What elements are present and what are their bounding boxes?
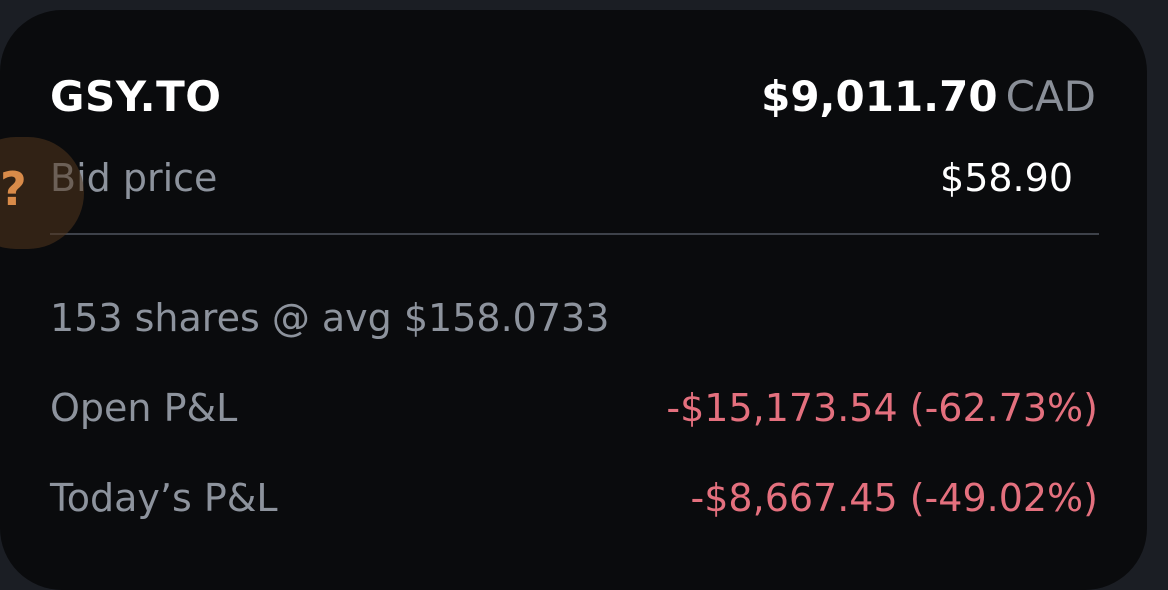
open-pnl-value: -$15,173.54 (-62.73%) [666,386,1098,430]
currency-label: CAD [1005,72,1096,121]
divider [50,233,1099,235]
ticker-symbol: GSY.TO [50,72,222,121]
market-value: $9,011.70 CAD [761,72,1096,121]
bid-price-value: $58.90 [940,156,1073,200]
open-pnl-label: Open P&L [50,386,238,430]
today-pnl-label: Today’s P&L [50,476,278,520]
market-value-amount: $9,011.70 [761,72,998,121]
question-mark-icon[interactable]: ? [0,162,27,216]
shares-summary: 153 shares @ avg $158.0733 [50,296,610,340]
today-pnl-value: -$8,667.45 (-49.02%) [690,476,1098,520]
